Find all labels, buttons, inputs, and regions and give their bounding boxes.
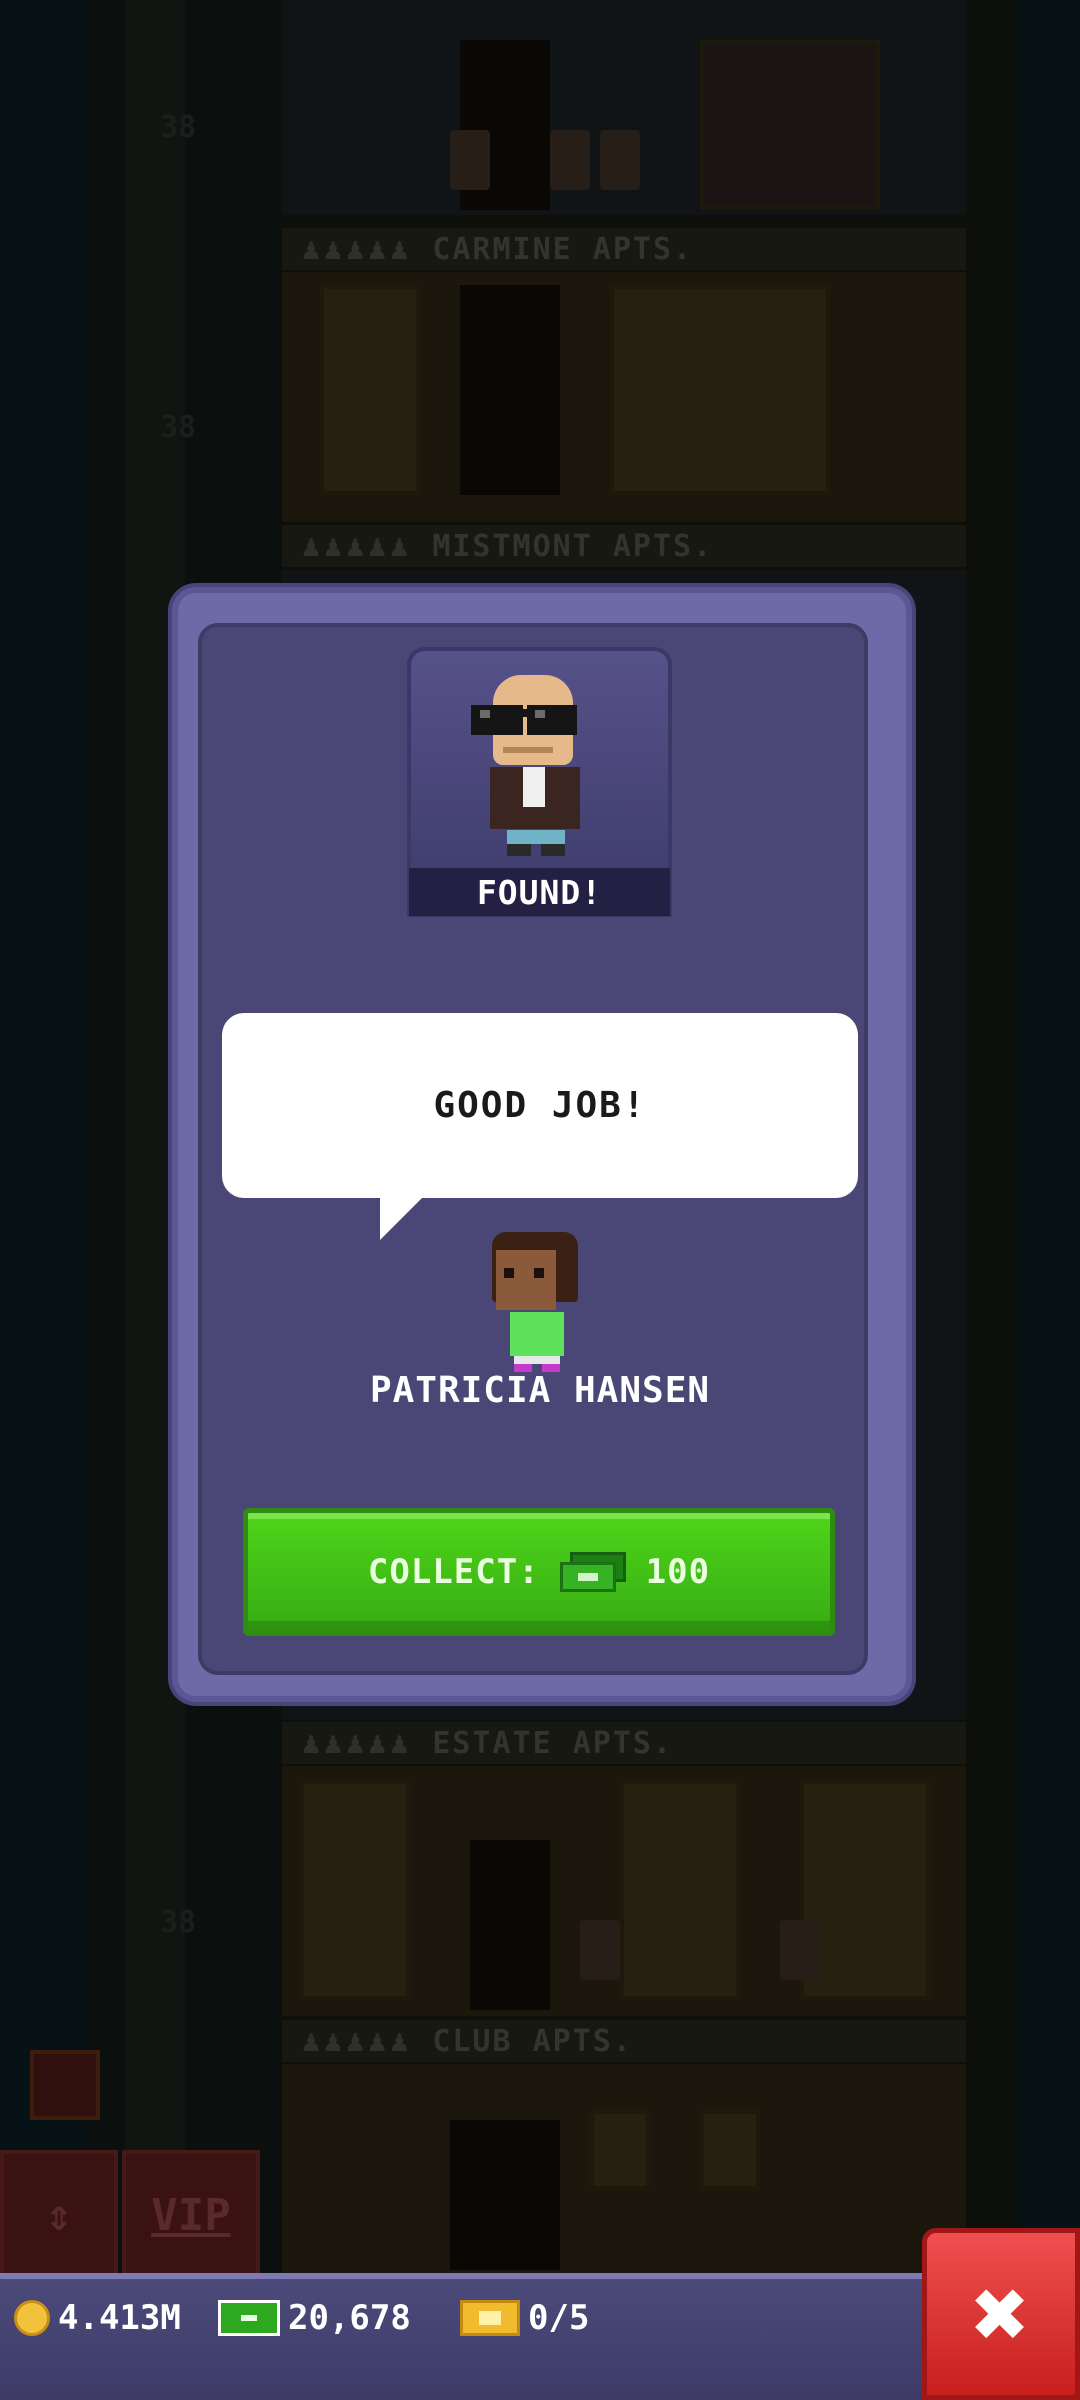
speech-bubble: GOOD JOB! [222,1013,858,1198]
speech-bubble-tail [380,1196,424,1240]
tickets-value: 0/5 [528,2298,590,2338]
collect-label: COLLECT: [367,1552,540,1592]
close-icon: ✖ [972,2258,1030,2370]
bux-icon [559,1552,626,1592]
ticket-icon [460,2300,520,2336]
bux-icon [218,2300,280,2336]
bux-value: 20,678 [288,2298,411,2338]
patricia-sprite-icon [490,1232,590,1372]
speech-text: GOOD JOB! [433,1085,647,1126]
speaker-name: PATRICIA HANSEN [369,1370,711,1411]
tickets-counter[interactable]: 0/5 [460,2293,589,2343]
close-button[interactable]: ✖ [922,2228,1080,2400]
bald-man-sprite-icon [465,675,605,860]
coins-value: 4.413M [58,2298,181,2338]
coins-counter[interactable]: 4.413M [14,2293,181,2343]
collect-amount: 100 [645,1552,711,1592]
found-label: FOUND! [409,868,670,916]
bux-counter[interactable]: 20,678 [218,2293,411,2343]
coin-icon [14,2300,50,2336]
collect-button[interactable]: COLLECT: 100 [243,1508,835,1636]
